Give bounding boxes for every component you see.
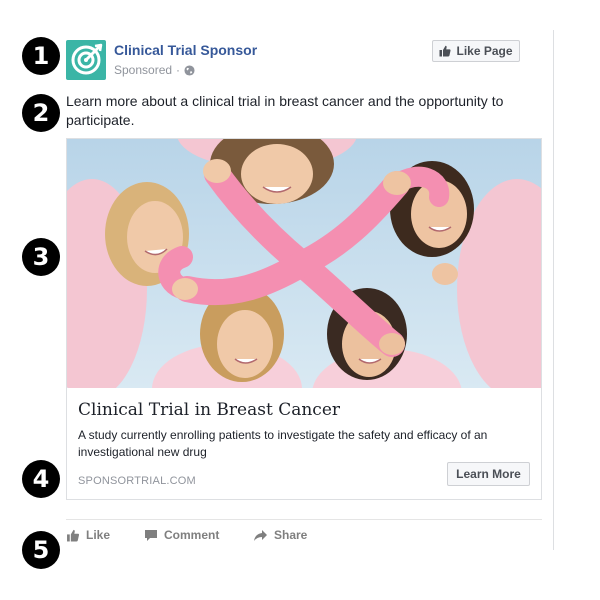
share-action[interactable]: Share (253, 527, 307, 543)
marker-5: 5 (22, 531, 60, 569)
like-action-label: Like (86, 528, 111, 542)
link-preview-card[interactable]: Clinical Trial in Breast Cancer A study … (66, 138, 542, 500)
learn-more-button[interactable]: Learn More (447, 462, 530, 486)
card-domain: SPONSORTRIAL.COM (78, 475, 196, 487)
marker-2: 2 (22, 94, 60, 132)
sponsor-logo[interactable] (66, 40, 106, 80)
marker-3: 3 (22, 238, 60, 276)
comment-action[interactable]: Comment (144, 527, 219, 543)
card-description: A study currently enrolling patients to … (78, 428, 488, 459)
comment-icon (145, 529, 157, 541)
comment-action-label: Comment (164, 528, 220, 542)
share-icon (254, 529, 267, 541)
marker-1: 1 (22, 37, 60, 75)
target-icon (71, 43, 103, 75)
share-action-label: Share (274, 528, 308, 542)
marker-4: 4 (22, 460, 60, 498)
sponsored-label: Sponsored (114, 63, 173, 77)
thumbs-up-icon (67, 529, 80, 541)
like-action[interactable]: Like (66, 527, 110, 543)
sponsor-name-link[interactable]: Clinical Trial Sponsor (114, 42, 257, 58)
like-page-button[interactable]: Like Page (432, 40, 520, 62)
post-text: Learn more about a clinical trial in bre… (66, 93, 504, 128)
ribbon-photo (67, 139, 541, 388)
sponsored-line: Sponsored · (114, 63, 195, 77)
card-title[interactable]: Clinical Trial in Breast Cancer (78, 400, 340, 420)
thumbs-up-icon (439, 45, 452, 57)
globe-icon[interactable] (184, 64, 195, 76)
card-image[interactable] (67, 139, 541, 388)
actions-divider (66, 519, 542, 520)
feed-column-border (553, 30, 554, 550)
like-page-label: Like Page (456, 44, 513, 58)
meta-separator: · (176, 63, 181, 77)
